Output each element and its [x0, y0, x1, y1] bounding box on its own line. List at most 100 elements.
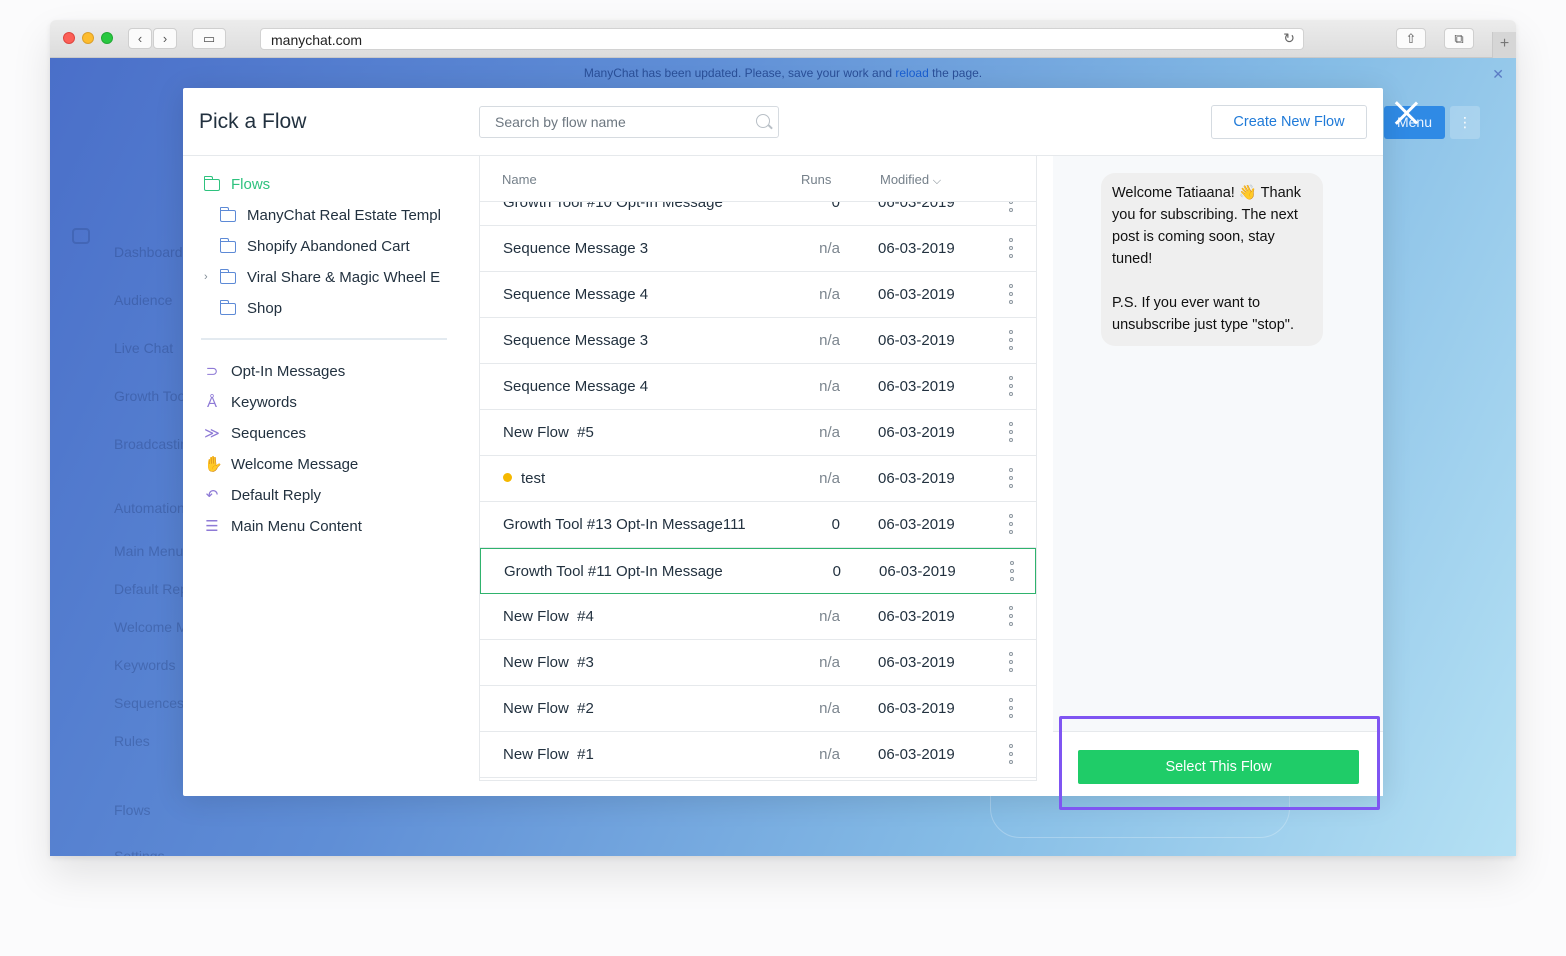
category-label: Main Menu Content: [231, 518, 362, 535]
table-row[interactable]: New Flow #3 n/a 06-03-2019: [480, 640, 1036, 686]
kebab-dot: [1009, 698, 1013, 702]
flow-search[interactable]: [479, 106, 779, 138]
tree-folder-real-estate[interactable]: ManyChat Real Estate Templ: [220, 204, 447, 228]
more-options-icon[interactable]: [1007, 561, 1017, 583]
more-options-icon[interactable]: [1006, 698, 1016, 720]
forward-icon[interactable]: ›: [153, 28, 177, 49]
flow-search-input[interactable]: [480, 107, 750, 137]
more-options-icon[interactable]: [1006, 422, 1016, 444]
sidebar-toggle-icon[interactable]: ▭: [192, 28, 226, 49]
bg-nav-audience: Audience: [114, 292, 173, 308]
tree-root-flows[interactable]: Flows: [204, 173, 464, 197]
table-row[interactable]: Sequence Message 4 n/a 06-03-2019: [480, 364, 1036, 410]
table-row[interactable]: Sequence Message 3 n/a 06-03-2019: [480, 318, 1036, 364]
column-header-modified[interactable]: Modified ⌵: [880, 172, 941, 188]
share-icon[interactable]: ⇧: [1396, 28, 1426, 49]
minimize-window-button[interactable]: [82, 32, 94, 44]
category-label: Opt-In Messages: [231, 363, 346, 380]
chevron-right-icon[interactable]: ›: [204, 271, 208, 283]
tree-folder-viral-share[interactable]: › Viral Share & Magic Wheel E: [204, 266, 447, 290]
address-bar[interactable]: manychat.com ↻: [260, 28, 1304, 50]
more-options-icon[interactable]: [1006, 284, 1016, 306]
flow-name-text: Sequence Message 4: [503, 378, 649, 395]
reload-link[interactable]: reload: [895, 66, 928, 80]
tree-folder-label: ManyChat Real Estate Templ: [247, 207, 441, 224]
more-options-icon[interactable]: [1006, 376, 1016, 398]
table-row[interactable]: Sequence Message 3 n/a 06-03-2019: [480, 226, 1036, 272]
flow-name-text: New Flow #2: [503, 700, 594, 717]
table-row[interactable]: Growth Tool #13 Opt-In Message111 0 06-03-…: [480, 502, 1036, 548]
bg-nav-sequences: Sequences: [114, 695, 185, 711]
category-label: Default Reply: [231, 487, 322, 504]
wave-emoji: 👋: [1238, 185, 1257, 201]
browser-toolbar: ‹ › ▭ manychat.com ↻ ⇧ ⧉ +: [50, 20, 1516, 58]
table-row[interactable]: Sequence Message 4 n/a 06-03-2019: [480, 272, 1036, 318]
flow-name: Sequence Message 3: [503, 332, 648, 349]
more-options-icon[interactable]: [1006, 468, 1016, 490]
category-main-menu-content[interactable]: ☰ Main Menu Content: [204, 515, 464, 539]
banner-close-icon[interactable]: ✕: [1492, 66, 1504, 83]
tree-folder-shopify[interactable]: Shopify Abandoned Cart: [220, 235, 447, 259]
kebab-dot: [1010, 577, 1014, 581]
table-row[interactable]: test n/a 06-03-2019: [480, 456, 1036, 502]
bg-nav-keywords: Keywords: [114, 657, 176, 673]
more-options-icon[interactable]: [1006, 238, 1016, 260]
table-row[interactable]: New Flow #5 n/a 06-03-2019: [480, 410, 1036, 456]
flow-name-text: Growth Tool #11 Opt-In Message: [504, 563, 723, 580]
more-options-icon[interactable]: [1006, 652, 1016, 674]
flow-modified: 06-03-2019: [878, 700, 955, 717]
kebab-dot: [1009, 292, 1013, 296]
kebab-dot: [1009, 714, 1013, 718]
bg-nav-flows: Flows: [114, 802, 151, 818]
category-opt-in-messages[interactable]: ⊃ Opt-In Messages: [204, 360, 464, 384]
flow-name: New Flow #1: [503, 746, 594, 763]
flow-runs: n/a: [819, 378, 840, 395]
close-window-button[interactable]: [63, 32, 75, 44]
kebab-dot: [1009, 476, 1013, 480]
kebab-dot: [1009, 514, 1013, 518]
tree-folder-shop[interactable]: Shop: [220, 297, 447, 321]
close-modal-icon[interactable]: [1393, 100, 1419, 126]
flow-modified: 06-03-2019: [878, 608, 955, 625]
more-options-icon[interactable]: [1006, 514, 1016, 536]
flow-name: Growth Tool #13 Opt-In Message111: [503, 516, 746, 533]
category-sequences[interactable]: ≫ Sequences: [204, 422, 464, 446]
category-label: Sequences: [231, 425, 307, 442]
category-welcome-message[interactable]: ✋ Welcome Message: [204, 453, 464, 477]
column-header-runs[interactable]: Runs: [801, 172, 831, 187]
flow-runs: 0: [831, 516, 840, 533]
flow-name-text: New Flow #4: [503, 608, 594, 625]
table-row[interactable]: New Flow #2 n/a 06-03-2019: [480, 686, 1036, 732]
flow-preview-panel: Welcome Tatiaana! 👋 Thank you for subscr…: [1053, 156, 1383, 796]
flow-modified: 06-03-2019: [878, 654, 955, 671]
flow-name: New Flow #5: [503, 424, 594, 441]
flow-table: Name Runs Modified ⌵ Growth Tool #10 Opt…: [479, 156, 1037, 781]
message-bubble: Welcome Tatiaana! 👋 Thank you for subscr…: [1101, 173, 1323, 346]
table-row[interactable]: New Flow #1 n/a 06-03-2019: [480, 732, 1036, 778]
category-label: Welcome Message: [231, 456, 359, 473]
reload-icon[interactable]: ↻: [1283, 30, 1295, 47]
category-default-reply[interactable]: ↶ Default Reply: [204, 484, 464, 508]
create-new-flow-button[interactable]: Create New Flow: [1211, 105, 1367, 139]
flow-name-text: New Flow #1: [503, 746, 594, 763]
category-keywords[interactable]: Å Keywords: [204, 391, 464, 415]
flow-name: New Flow #3: [503, 654, 594, 671]
tabs-overview-icon[interactable]: ⧉: [1444, 28, 1474, 49]
update-banner: ManyChat has been updated. Please, save …: [50, 66, 1516, 80]
back-icon[interactable]: ‹: [128, 28, 152, 49]
tree-folder-label: Shopify Abandoned Cart: [247, 238, 410, 255]
table-row[interactable]: New Flow #4 n/a 06-03-2019: [480, 594, 1036, 640]
more-options-icon[interactable]: [1006, 744, 1016, 766]
kebab-dot: [1009, 752, 1013, 756]
table-row[interactable]: Growth Tool #11 Opt-In Message 0 06-03-201…: [480, 548, 1036, 594]
new-tab-icon[interactable]: +: [1492, 32, 1516, 58]
kebab-dot: [1009, 208, 1013, 212]
flow-runs: n/a: [819, 746, 840, 763]
more-options-icon[interactable]: [1006, 330, 1016, 352]
column-header-name[interactable]: Name: [502, 172, 537, 187]
maximize-window-button[interactable]: [101, 32, 113, 44]
more-options-icon[interactable]: [1006, 606, 1016, 628]
url-text: manychat.com: [271, 32, 363, 48]
kebab-dot: [1009, 246, 1013, 250]
flow-runs: n/a: [819, 240, 840, 257]
